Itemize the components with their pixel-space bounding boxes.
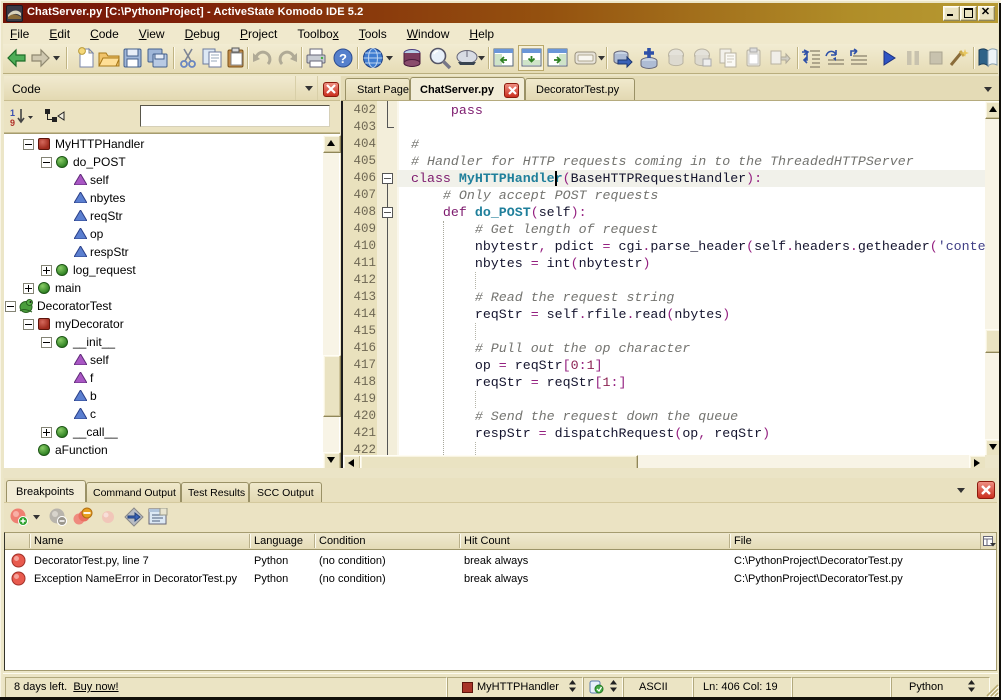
svg-text:?: ? (339, 51, 347, 66)
svg-text:1: 1 (10, 108, 15, 118)
svg-text:9: 9 (10, 118, 15, 127)
